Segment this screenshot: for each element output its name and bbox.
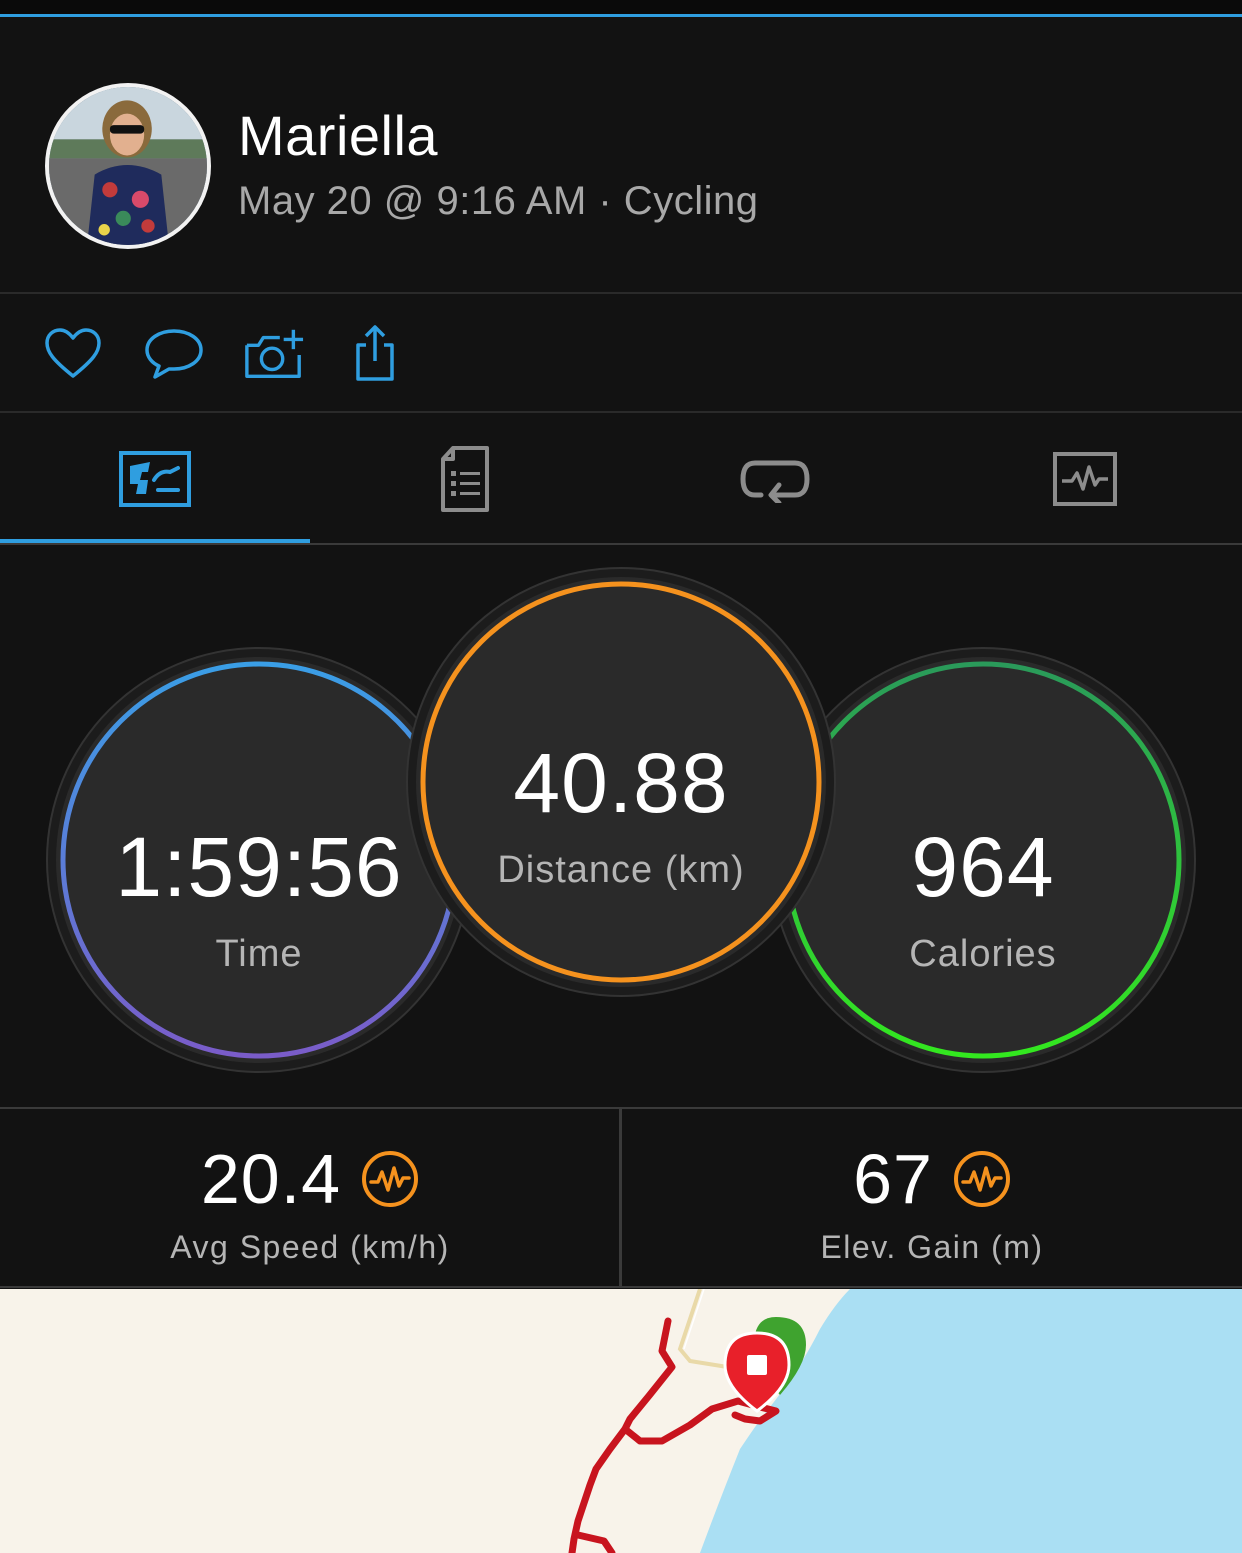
tab-laps[interactable]	[620, 413, 930, 545]
overview-map-icon	[119, 451, 191, 507]
time-stat-circle[interactable]: 1:59:56 Time	[56, 657, 462, 1063]
document-list-icon	[441, 446, 489, 512]
action-bar	[0, 294, 1242, 412]
route-map[interactable]	[0, 1289, 1242, 1553]
heart-icon	[45, 328, 101, 378]
chart-pulse-icon	[1053, 452, 1117, 506]
tab-overview[interactable]	[0, 413, 310, 545]
share-icon	[356, 325, 394, 381]
stats-panel: 1:59:56 Time 964 Calories 40.88 Distance…	[0, 545, 1242, 1107]
secondary-stats: 20.4 Avg Speed (km/h) 67 Elev. Gain (m)	[0, 1107, 1242, 1288]
calories-stat-circle[interactable]: 964 Calories	[780, 657, 1186, 1063]
insight-pulse-icon	[362, 1151, 419, 1207]
avatar[interactable]	[45, 83, 211, 249]
elev-gain-stat[interactable]: 67 Elev. Gain (m)	[622, 1109, 1242, 1288]
camera-plus-icon	[245, 329, 304, 378]
laps-loop-icon	[740, 460, 810, 503]
like-button[interactable]	[42, 324, 104, 384]
status-bar	[0, 0, 1242, 14]
comment-button[interactable]	[143, 324, 205, 384]
share-button[interactable]	[344, 324, 406, 384]
distance-stat-circle[interactable]: 40.88 Distance (km)	[416, 577, 826, 987]
avg-speed-value: 20.4	[200, 1140, 342, 1218]
comment-icon	[145, 329, 203, 379]
activity-tabs	[0, 413, 1242, 545]
map-canvas	[568, 1289, 1242, 1553]
user-name[interactable]: Mariella	[238, 103, 438, 168]
elev-gain-value: 67	[853, 1140, 933, 1218]
distance-label: Distance (km)	[497, 849, 745, 891]
activity-meta: May 20 @ 9:16 AM · Cycling	[238, 179, 759, 223]
add-photo-button[interactable]	[243, 324, 305, 384]
insight-pulse-icon	[953, 1151, 1010, 1207]
time-label: Time	[215, 933, 303, 975]
tab-details[interactable]	[310, 413, 620, 545]
avatar-photo	[49, 87, 207, 245]
avg-speed-label: Avg Speed (km/h)	[170, 1229, 450, 1265]
avg-speed-stat[interactable]: 20.4 Avg Speed (km/h)	[0, 1109, 620, 1288]
time-value: 1:59:56	[115, 820, 403, 914]
calories-label: Calories	[909, 933, 1057, 975]
distance-value: 40.88	[513, 736, 729, 830]
activity-header: Mariella May 20 @ 9:16 AM · Cycling	[0, 17, 1242, 293]
calories-value: 964	[911, 820, 1055, 914]
tab-charts[interactable]	[930, 413, 1240, 545]
elev-gain-label: Elev. Gain (m)	[820, 1229, 1044, 1265]
